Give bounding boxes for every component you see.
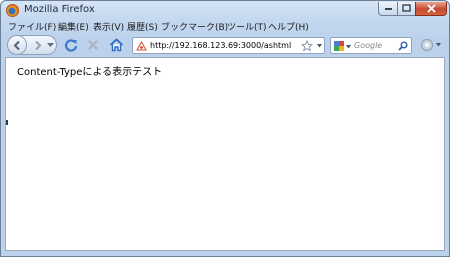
url-text[interactable]: http://192.168.123.69:3000/ashtml (150, 41, 291, 50)
maximize-icon (402, 4, 411, 12)
window-title: Mozilla Firefox (24, 4, 95, 15)
maximize-button[interactable] (397, 2, 416, 16)
search-bar[interactable]: Google (330, 37, 412, 54)
engine-dropdown-icon[interactable] (346, 45, 351, 49)
home-icon[interactable] (109, 38, 124, 52)
history-dropdown-icon[interactable] (47, 43, 54, 48)
close-button[interactable] (415, 2, 447, 16)
forward-arrow-icon[interactable] (32, 40, 43, 51)
addon-dropdown-icon[interactable] (436, 43, 441, 47)
menu-file[interactable]: ファイル(F) (8, 20, 56, 33)
reload-icon[interactable] (64, 38, 78, 52)
minimize-button[interactable] (378, 2, 398, 16)
page-text: Content-Typeによる表示テスト (17, 67, 163, 78)
menu-bar: ファイル(F) 編集(E) 表示(V) 履歴(S) ブックマーク(B) ツール(… (1, 19, 449, 34)
back-button[interactable] (7, 35, 27, 55)
address-bar[interactable]: http://192.168.123.69:3000/ashtml (132, 37, 325, 54)
firefox-logo-icon (6, 4, 19, 17)
menu-edit[interactable]: 編集(E) (58, 20, 89, 33)
navigation-toolbar: http://192.168.123.69:3000/ashtml Google (1, 34, 449, 56)
menu-tools[interactable]: ツール(T) (227, 20, 267, 33)
browser-window: Mozilla Firefox ファイル(F) 編集(E) 表示(V) 履歴(S… (0, 0, 450, 257)
sidebar-resize-handle[interactable] (6, 120, 8, 125)
minimize-icon (384, 8, 392, 10)
close-icon (426, 4, 436, 13)
title-bar: Mozilla Firefox (1, 1, 449, 19)
menu-view[interactable]: 表示(V) (93, 20, 124, 33)
addon-gear-icon[interactable] (420, 38, 434, 52)
menu-history[interactable]: 履歴(S) (127, 20, 158, 33)
google-search-engine-icon[interactable] (334, 41, 344, 51)
back-forward-group (7, 35, 57, 55)
page-content: Content-Typeによる表示テスト (5, 57, 445, 251)
menu-help[interactable]: ヘルプ(H) (268, 20, 309, 33)
bookmark-star-icon[interactable] (301, 40, 313, 52)
search-input[interactable]: Google (354, 41, 382, 50)
site-identity-icon[interactable] (136, 41, 147, 51)
menu-bookmarks[interactable]: ブックマーク(B) (161, 20, 228, 33)
url-dropdown-icon[interactable] (317, 44, 322, 48)
back-arrow-icon (13, 40, 20, 51)
stop-icon[interactable] (87, 39, 99, 51)
search-icon[interactable] (398, 41, 408, 51)
